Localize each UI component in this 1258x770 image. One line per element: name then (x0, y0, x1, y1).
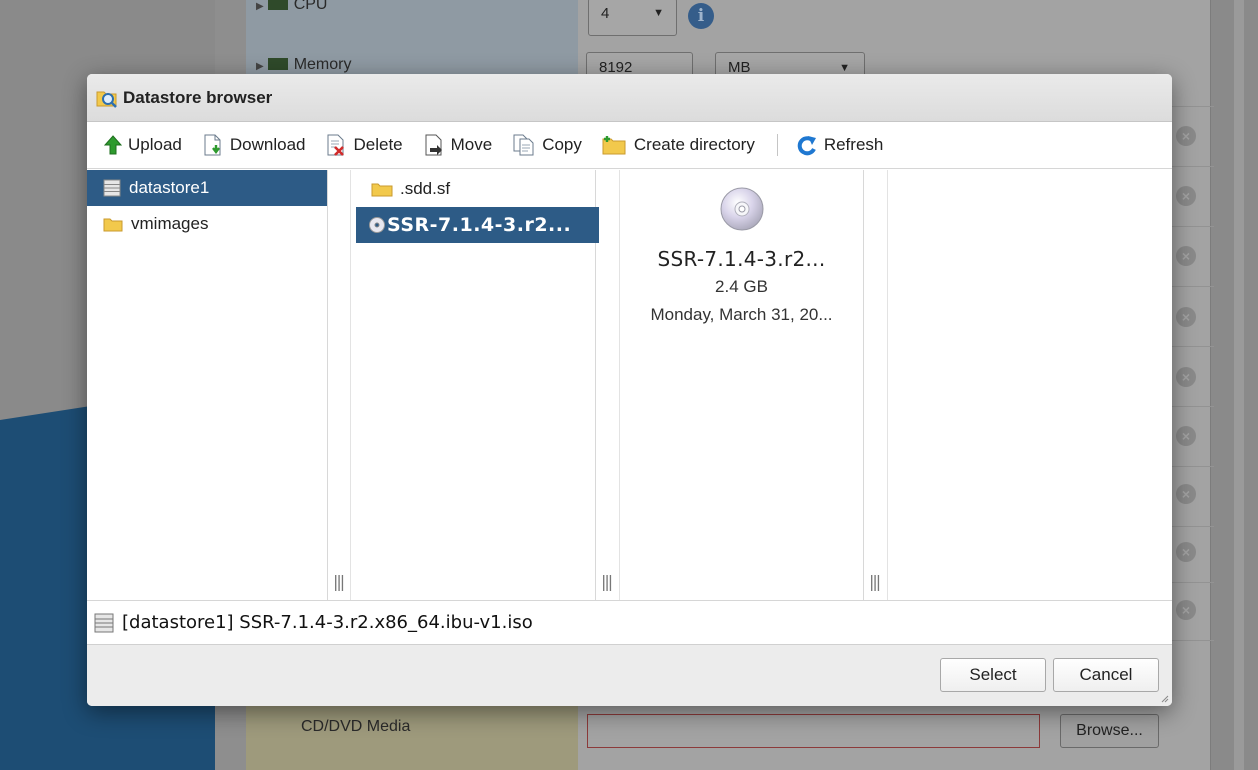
datastore-icon (103, 179, 121, 197)
upload-arrow-icon (104, 135, 122, 155)
detail-file-name: SSR-7.1.4-3.r2... (657, 247, 826, 271)
memory-label: Memory (293, 56, 352, 73)
expand-chevron-icon[interactable]: ▶ (256, 61, 264, 72)
remove-device-icon[interactable]: × (1176, 367, 1196, 387)
cpu-select-value: 4 (601, 5, 610, 22)
file-label: SSR-7.1.4-3.r2... (387, 214, 572, 236)
detail-file-size: 2.4 GB (715, 277, 768, 296)
toolbar-separator (776, 134, 778, 156)
cpu-row-label[interactable]: ▶ CPU (256, 0, 327, 14)
browser-panes: datastore1 vmimages ||| .sdd.sf SSR-7.1.… (87, 170, 1172, 600)
datastore-item-vmimages[interactable]: vmimages (87, 206, 327, 242)
delete-icon (327, 134, 345, 156)
select-button[interactable]: Select (940, 658, 1046, 692)
datastore-icon (94, 613, 114, 632)
expand-chevron-icon[interactable]: ▶ (256, 1, 264, 12)
datastore-label: vmimages (131, 214, 209, 233)
row-divider (1172, 106, 1214, 107)
refresh-label: Refresh (823, 135, 884, 154)
dialog-footer: Select Cancel (87, 644, 1172, 706)
dialog-title: Datastore browser (123, 87, 273, 107)
new-folder-icon (602, 136, 626, 155)
refresh-icon (797, 136, 816, 156)
background-scrollbar[interactable] (1210, 0, 1222, 770)
folder-icon (103, 218, 123, 232)
remove-device-icon[interactable]: × (1176, 600, 1196, 620)
remove-device-icon[interactable]: × (1176, 307, 1196, 327)
folder-icon (371, 183, 393, 197)
copy-label: Copy (542, 135, 582, 154)
row-divider (1172, 346, 1214, 347)
datastore-list: datastore1 vmimages (87, 170, 328, 600)
remove-device-icon[interactable]: × (1176, 126, 1196, 146)
row-divider (1172, 526, 1214, 527)
move-label: Move (450, 135, 493, 154)
empty-pane (887, 170, 1172, 600)
datastore-browser-icon (96, 91, 117, 108)
cpu-select[interactable]: 4 ▼ (588, 0, 677, 36)
remove-device-icon[interactable]: × (1176, 246, 1196, 266)
cpu-label: CPU (293, 0, 328, 13)
cd-dvd-media-label: CD/DVD Media (301, 718, 411, 735)
file-details: SSR-7.1.4-3.r2... 2.4 GB Monday, March 3… (619, 170, 864, 600)
row-divider (1172, 286, 1214, 287)
datastore-label: datastore1 (129, 178, 210, 197)
refresh-button[interactable]: Refresh (796, 134, 884, 156)
upload-label: Upload (128, 135, 182, 154)
cpu-icon (267, 0, 288, 10)
cd-label-cell (246, 706, 578, 770)
row-divider (1172, 226, 1214, 227)
file-item-sdd-sf[interactable]: .sdd.sf (351, 171, 595, 207)
create-directory-button[interactable]: Create directory (602, 135, 755, 155)
delete-button[interactable]: Delete (325, 134, 403, 156)
datastore-item-datastore1[interactable]: datastore1 (87, 170, 327, 206)
pane-resize-handle[interactable]: ||| (869, 572, 881, 592)
create-directory-label: Create directory (633, 135, 755, 154)
disc-icon (369, 217, 385, 233)
datastore-browser-dialog: Datastore browser Upload Download Delete (87, 74, 1172, 706)
detail-file-date: Monday, March 31, 20... (650, 305, 833, 324)
file-list: .sdd.sf SSR-7.1.4-3.r2... (350, 170, 599, 600)
copy-icon (513, 134, 534, 156)
disc-icon (720, 187, 763, 231)
toolbar: Upload Download Delete Move Copy Create … (87, 122, 1172, 169)
selected-path: [datastore1] SSR-7.1.4-3.r2.x86_64.ibu-v… (122, 612, 533, 633)
resize-grip-icon[interactable] (1159, 693, 1169, 703)
cd-dvd-media-input[interactable] (587, 714, 1040, 748)
remove-device-icon[interactable]: × (1176, 426, 1196, 446)
remove-device-icon[interactable]: × (1176, 542, 1196, 562)
row-divider (1172, 640, 1214, 641)
pane-resize-handle[interactable]: ||| (333, 572, 345, 592)
memory-row-label[interactable]: ▶ Memory (256, 56, 351, 74)
file-item-ssr-iso[interactable]: SSR-7.1.4-3.r2... (356, 207, 599, 243)
page-scrollbar[interactable] (1234, 0, 1244, 770)
info-icon[interactable]: i (688, 3, 714, 29)
chevron-down-icon: ▼ (653, 7, 664, 19)
row-divider (1172, 166, 1214, 167)
download-icon (204, 134, 221, 156)
row-divider (1172, 466, 1214, 467)
browse-button[interactable]: Browse... (1060, 714, 1159, 748)
cancel-button[interactable]: Cancel (1053, 658, 1159, 692)
remove-device-icon[interactable]: × (1176, 186, 1196, 206)
copy-button[interactable]: Copy (512, 134, 582, 156)
pane-resize-handle[interactable]: ||| (601, 572, 613, 592)
move-icon (425, 134, 442, 156)
delete-label: Delete (353, 135, 403, 154)
download-button[interactable]: Download (202, 134, 306, 156)
row-divider (1172, 406, 1214, 407)
download-label: Download (229, 135, 306, 154)
row-divider (1172, 582, 1214, 583)
selected-path-bar: [datastore1] SSR-7.1.4-3.r2.x86_64.ibu-v… (87, 600, 1172, 644)
file-label: .sdd.sf (400, 179, 451, 198)
memory-icon (267, 58, 288, 70)
move-button[interactable]: Move (423, 134, 493, 156)
chevron-down-icon: ▼ (839, 62, 850, 74)
remove-device-icon[interactable]: × (1176, 484, 1196, 504)
upload-button[interactable]: Upload (104, 135, 182, 155)
dialog-titlebar[interactable]: Datastore browser (87, 74, 1172, 122)
